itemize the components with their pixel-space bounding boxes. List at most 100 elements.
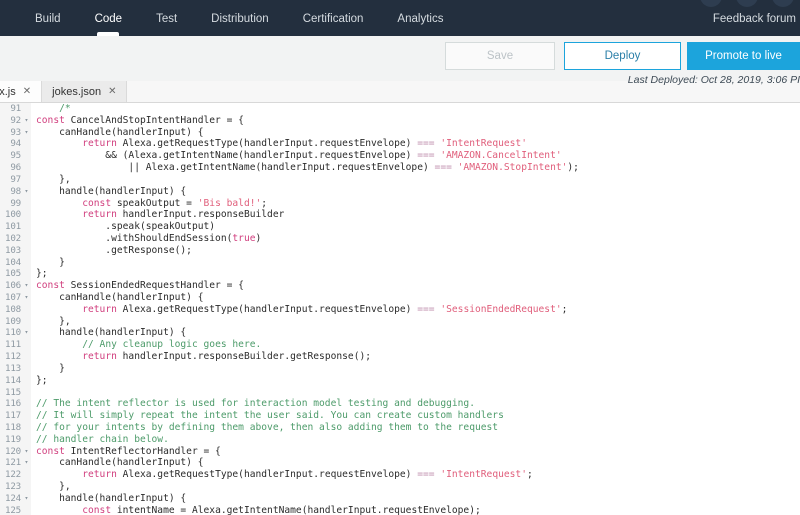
line-number: 91 [0, 103, 22, 115]
code-text: }; [36, 374, 48, 386]
fold-toggle-icon[interactable]: ▾ [22, 126, 31, 139]
fold-spacer [22, 362, 31, 375]
code-editor[interactable]: 91 /* 92 ▾ const CancelAndStopIntentHandler… [0, 103, 800, 515]
code-text: return Alexa.getRequestType(handlerInput… [82, 138, 527, 150]
code-text: const SessionEndedRequestHandler = { [36, 280, 244, 292]
code-line: 111 // Any cleanup logic goes here. [0, 339, 800, 352]
fold-spacer [22, 268, 31, 281]
promote-to-live-button[interactable]: Promote to live [687, 42, 800, 70]
fold-spacer [22, 303, 31, 316]
toolbar-button-group: Save Deploy Promote to live [445, 42, 800, 70]
fold-toggle-icon[interactable]: ▾ [22, 327, 31, 340]
code-line: 117 // It will simply repeat the intent t… [0, 410, 800, 422]
code-line: 113 } [0, 362, 800, 375]
code-line: 94 return Alexa.getRequestType(handlerIn… [0, 138, 800, 151]
close-icon[interactable]: ✕ [108, 86, 116, 97]
top-nav-tab-list: Build Code Test Distribution Certification An… [0, 0, 460, 36]
file-tab-dex-js[interactable]: dex.js ✕ [0, 81, 43, 102]
code-text: const intentName = Alexa.getIntentName(h… [82, 504, 481, 515]
fold-spacer [22, 244, 31, 257]
fold-spacer [22, 433, 31, 446]
line-number: 96 [0, 162, 22, 174]
code-text: .getResponse(); [36, 244, 192, 256]
code-line: 91 /* [0, 103, 800, 115]
line-number: 105 [0, 268, 22, 281]
window-controls-group [700, 0, 794, 7]
line-number: 118 [0, 421, 22, 434]
code-line: 103 .getResponse(); [0, 244, 800, 257]
fold-toggle-icon[interactable]: ▾ [22, 114, 31, 127]
code-text: handle(handlerInput) { [36, 185, 187, 197]
line-number: 112 [0, 351, 22, 363]
code-text: // Any cleanup logic goes here. [82, 339, 262, 351]
line-number: 94 [0, 138, 22, 151]
code-text: .withShouldEndSession(true) [36, 232, 262, 244]
line-number: 115 [0, 386, 22, 399]
code-text: }, [36, 315, 71, 327]
line-number: 97 [0, 173, 22, 186]
line-number: 102 [0, 232, 22, 245]
file-tab-jokes-json[interactable]: jokes.json ✕ [42, 81, 128, 102]
fold-spacer [22, 209, 31, 222]
code-text: canHandle(handlerInput) { [36, 457, 204, 469]
top-nav-right-group: Feedback forum [713, 13, 800, 36]
code-line: 119 // handler chain below. [0, 433, 800, 446]
code-text: }, [36, 481, 71, 492]
fold-toggle-icon[interactable]: ▾ [22, 292, 31, 304]
fold-spacer [22, 221, 31, 233]
line-number: 117 [0, 410, 22, 422]
code-line: 122 return Alexa.getRequestType(handlerI… [0, 469, 800, 481]
action-toolbar: Save Deploy Promote to live Last Deploye… [0, 36, 800, 86]
line-number: 107 [0, 292, 22, 304]
code-line: 95 && (Alexa.getIntentName(handlerInput.… [0, 150, 800, 163]
top-nav-tab-certification[interactable]: Certification [286, 13, 381, 36]
code-text: /* [36, 103, 71, 114]
code-text: const speakOutput = 'Bis bald!'; [82, 197, 268, 209]
fold-toggle-icon[interactable]: ▾ [22, 185, 31, 198]
line-number: 99 [0, 197, 22, 210]
line-number: 113 [0, 362, 22, 375]
top-nav-tab-analytics[interactable]: Analytics [380, 13, 460, 36]
line-number: 124 [0, 492, 22, 505]
fold-spacer [22, 173, 31, 186]
line-number: 122 [0, 469, 22, 481]
code-text: const CancelAndStopIntentHandler = { [36, 114, 244, 126]
fold-toggle-icon[interactable]: ▾ [22, 445, 31, 458]
code-line: 100 return handlerInput.responseBuilder [0, 209, 800, 222]
close-icon[interactable]: ✕ [23, 86, 31, 97]
code-line: 123 }, [0, 481, 800, 493]
fold-spacer [22, 315, 31, 328]
fold-toggle-icon[interactable]: ▾ [22, 492, 31, 505]
file-tab-label: dex.js [0, 85, 16, 98]
line-number: 123 [0, 481, 22, 493]
top-navigation-bar: Build Code Test Distribution Certification An… [0, 0, 800, 36]
deploy-button[interactable]: Deploy [564, 42, 681, 70]
line-number: 120 [0, 445, 22, 458]
top-nav-tab-build[interactable]: Build [18, 13, 78, 36]
top-nav-tab-code[interactable]: Code [78, 13, 140, 36]
code-text: // The intent reflector is used for inte… [36, 398, 475, 410]
code-text: // for your intents by defining them abo… [36, 421, 499, 433]
top-nav-tab-test[interactable]: Test [139, 13, 194, 36]
fold-spacer [22, 469, 31, 481]
code-text: return Alexa.getRequestType(handlerInput… [82, 303, 568, 315]
line-number: 108 [0, 303, 22, 316]
line-number: 110 [0, 327, 22, 340]
save-button[interactable]: Save [445, 42, 555, 70]
code-text: }, [36, 173, 71, 185]
code-text: // handler chain below. [36, 433, 169, 445]
code-line: 105}; [0, 268, 800, 281]
fold-spacer [22, 256, 31, 269]
fold-toggle-icon[interactable]: ▾ [22, 280, 31, 292]
code-line: 115 [0, 386, 800, 399]
code-line: 104 } [0, 256, 800, 269]
line-number: 93 [0, 126, 22, 139]
code-line: 118 // for your intents by defining them … [0, 421, 800, 434]
code-line: 96 || Alexa.getIntentName(handlerInput.r… [0, 162, 800, 174]
feedback-forum-link[interactable]: Feedback forum [713, 13, 796, 25]
top-nav-tab-distribution[interactable]: Distribution [194, 13, 286, 36]
fold-spacer [22, 386, 31, 399]
fold-toggle-icon[interactable]: ▾ [22, 457, 31, 470]
code-line: 106 ▾ const SessionEndedRequestHandler = { [0, 280, 800, 292]
code-line: 99 const speakOutput = 'Bis bald!'; [0, 197, 800, 210]
